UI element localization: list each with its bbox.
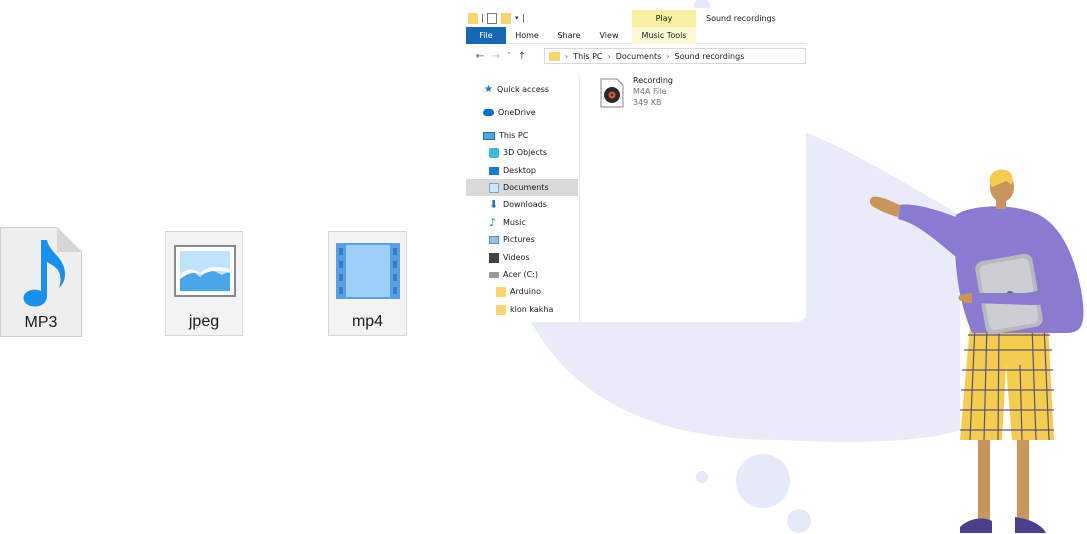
- sidebar-item-music[interactable]: ♪ Music: [466, 214, 578, 231]
- decor-dot-medium: [787, 509, 811, 533]
- sidebar-item-quick-access[interactable]: ★ Quick access: [466, 81, 578, 98]
- folder-icon: [496, 286, 506, 297]
- file-list: Recording M4A File 349 KB: [598, 74, 798, 134]
- sidebar-item-label: klon kakha: [510, 305, 554, 314]
- tab-view[interactable]: View: [594, 27, 624, 44]
- sidebar-item-label: Desktop: [503, 166, 536, 175]
- decor-dot-small: [696, 471, 708, 483]
- tab-home[interactable]: Home: [512, 27, 542, 44]
- file-type: M4A File: [633, 87, 667, 96]
- sidebar-item-label: Arduino: [510, 287, 541, 296]
- tab-share[interactable]: Share: [554, 27, 584, 44]
- star-icon: ★: [484, 83, 493, 95]
- window-title: Sound recordings: [706, 14, 776, 23]
- new-folder-icon[interactable]: [501, 12, 511, 24]
- sidebar-item-desktop[interactable]: Desktop: [466, 162, 578, 179]
- page-fold-icon: [57, 227, 82, 252]
- decor-dot-large: [736, 454, 790, 508]
- folder-icon: [549, 51, 560, 61]
- sidebar-item-3d-objects[interactable]: 3D Objects: [466, 144, 578, 161]
- sidebar-item-label: Downloads: [503, 200, 547, 209]
- address-bar[interactable]: › This PC › Documents › Sound recordings: [544, 48, 806, 64]
- mp4-label: mp4: [351, 313, 384, 330]
- film-icon: [336, 243, 400, 299]
- mp3-label: MP3: [24, 314, 58, 331]
- chevron-down-icon[interactable]: ▾: [515, 14, 519, 22]
- jpeg-file-card: jpeg: [165, 231, 243, 336]
- file-name: Recording: [633, 76, 674, 85]
- recent-locations-chevron-icon[interactable]: ˅: [504, 52, 514, 60]
- video-icon: [489, 252, 499, 263]
- sidebar-item-label: 3D Objects: [503, 148, 548, 157]
- up-arrow-icon[interactable]: ↑: [514, 51, 530, 62]
- breadcrumb-separator-icon: ›: [607, 51, 611, 61]
- image-icon: [174, 245, 236, 297]
- jpeg-label: jpeg: [188, 313, 220, 330]
- cloud-icon: [483, 109, 494, 116]
- download-arrow-icon: ⬇: [489, 197, 499, 211]
- sidebar-item-label: Acer (C:): [503, 270, 539, 279]
- file-item-recording[interactable]: Recording M4A File 349 KB: [598, 74, 708, 114]
- breadcrumb-this-pc[interactable]: This PC: [573, 52, 602, 61]
- sidebar-item-label: Documents: [503, 183, 549, 192]
- forward-arrow-icon[interactable]: →: [488, 51, 504, 62]
- toolbar-divider: [522, 13, 524, 23]
- tab-file[interactable]: File: [466, 27, 506, 44]
- breadcrumb-documents[interactable]: Documents: [616, 52, 662, 61]
- file-size: 349 KB: [633, 98, 662, 107]
- sidebar-item-downloads[interactable]: ⬇ Downloads: [466, 196, 578, 213]
- music-note-icon: ♪: [489, 215, 497, 229]
- navigation-bar: ← → ˅ ↑ › This PC › Documents › Sound re…: [466, 46, 806, 66]
- file-explorer-window: ▾ Play Sound recordings File Home Share …: [466, 8, 806, 322]
- document-icon: [489, 182, 499, 193]
- sidebar-item-pictures[interactable]: Pictures: [466, 231, 578, 248]
- desktop-icon: [489, 166, 499, 175]
- sidebar-item-this-pc[interactable]: This PC: [466, 127, 578, 144]
- folder-icon: [496, 304, 506, 315]
- sidebar-item-onedrive[interactable]: OneDrive: [466, 104, 578, 121]
- sidebar-item-label: OneDrive: [498, 108, 536, 117]
- sidebar-item-label: Videos: [503, 253, 530, 262]
- tab-music-tools[interactable]: Music Tools: [632, 27, 696, 44]
- toolbar-divider: [482, 13, 483, 23]
- picture-icon: [489, 235, 499, 244]
- sidebar-item-klon-kakha[interactable]: klon kakha: [466, 301, 578, 318]
- drive-icon: [489, 271, 499, 278]
- breadcrumb-sound-recordings[interactable]: Sound recordings: [675, 52, 745, 61]
- sidebar-item-videos[interactable]: Videos: [466, 249, 578, 266]
- navigation-pane: ★ Quick access OneDrive This PC 3D Objec…: [466, 74, 580, 322]
- ribbon-tabs: File Home Share View Music Tools: [466, 27, 806, 44]
- person-illustration: [869, 169, 1084, 533]
- sidebar-item-label: This PC: [499, 131, 529, 140]
- audio-file-icon: [600, 78, 624, 108]
- breadcrumb-separator-icon: ›: [666, 51, 670, 61]
- mp4-file-card: mp4: [328, 231, 407, 336]
- monitor-icon: [483, 131, 495, 140]
- sidebar-item-arduino[interactable]: Arduino: [466, 283, 578, 300]
- sidebar-item-label: Quick access: [496, 85, 550, 94]
- folder-icon[interactable]: [468, 12, 478, 24]
- properties-icon[interactable]: [487, 12, 497, 24]
- breadcrumb-separator-icon: ›: [565, 51, 569, 61]
- cube-icon: [489, 147, 499, 158]
- sidebar-item-acer-c[interactable]: Acer (C:): [466, 266, 578, 283]
- tab-play[interactable]: Play: [632, 10, 696, 27]
- sidebar-item-label: Pictures: [503, 235, 535, 244]
- sidebar-item-label: Music: [503, 218, 526, 227]
- sidebar-item-documents[interactable]: Documents: [466, 179, 578, 196]
- back-arrow-icon[interactable]: ←: [472, 51, 488, 62]
